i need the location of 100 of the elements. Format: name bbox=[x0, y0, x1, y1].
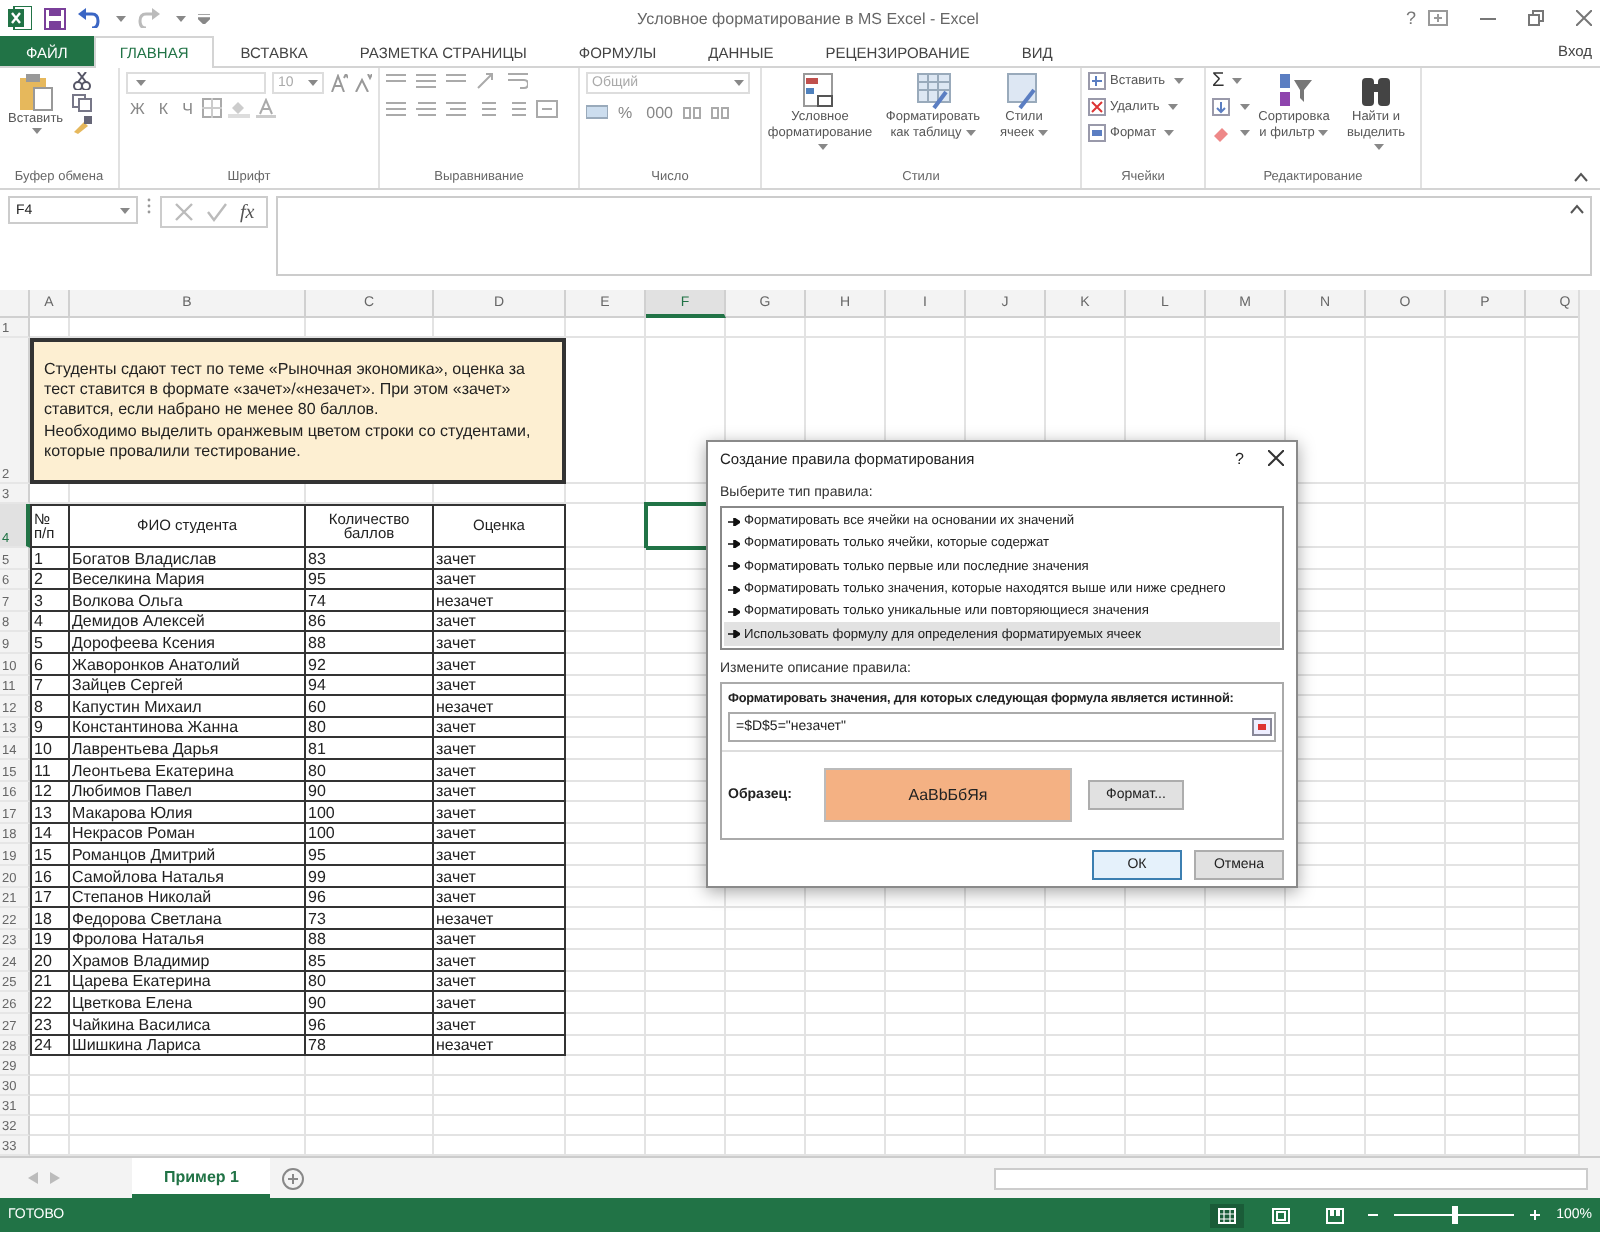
table-cell: Храмов Владимир bbox=[70, 950, 306, 972]
fill-color-icon[interactable] bbox=[228, 98, 251, 118]
table-cell: 95 bbox=[306, 569, 434, 591]
align-left-icon[interactable] bbox=[386, 100, 406, 118]
redo-icon[interactable] bbox=[138, 8, 160, 28]
undo-icon[interactable] bbox=[78, 8, 100, 28]
table-cell: Степанов Николай bbox=[70, 887, 306, 909]
table-cell: 24 bbox=[30, 1035, 70, 1057]
table-cell: 22 bbox=[30, 992, 70, 1015]
zoom-in-icon[interactable] bbox=[1530, 1210, 1541, 1221]
excel-app-icon[interactable] bbox=[8, 6, 32, 30]
number-style-button[interactable]: % bbox=[614, 104, 637, 122]
caret-icon bbox=[1240, 130, 1250, 136]
table-cell: зачет bbox=[434, 971, 566, 993]
table-cell: зачет bbox=[434, 759, 566, 782]
enter-icon[interactable] bbox=[206, 202, 228, 222]
eraser-icon[interactable] bbox=[1212, 124, 1230, 142]
table-cell: 80 bbox=[306, 971, 434, 993]
cancel-icon[interactable] bbox=[174, 202, 194, 222]
outdent-icon[interactable] bbox=[476, 100, 496, 118]
caret-icon bbox=[1373, 144, 1383, 151]
collapse-formula-icon[interactable] bbox=[1570, 204, 1584, 214]
table-format-icon[interactable] bbox=[913, 72, 953, 110]
borders-icon[interactable] bbox=[202, 98, 223, 118]
insert-cells-icon[interactable] bbox=[1088, 72, 1106, 90]
fill-down-icon[interactable] bbox=[1212, 98, 1230, 116]
horizontal-scrollbar[interactable] bbox=[994, 1167, 1588, 1190]
close-icon[interactable] bbox=[1268, 450, 1284, 466]
format-painter-icon[interactable] bbox=[71, 116, 92, 134]
indent-icon[interactable] bbox=[506, 100, 526, 118]
autosum-button[interactable]: Σ bbox=[1212, 72, 1250, 90]
table-cell: зачет bbox=[434, 611, 566, 633]
range-select-icon[interactable] bbox=[1252, 717, 1272, 736]
table-cell: зачет bbox=[434, 950, 566, 972]
table-cell: 100 bbox=[306, 823, 434, 845]
shrink-font-icon[interactable] bbox=[354, 74, 372, 92]
font-name-field[interactable] bbox=[126, 72, 266, 94]
table-cell: зачет bbox=[434, 675, 566, 697]
clipboard-icon[interactable] bbox=[17, 72, 54, 112]
binoculars-icon[interactable] bbox=[1356, 72, 1396, 110]
table-cell: незачет bbox=[434, 1035, 566, 1057]
table-cell: зачет bbox=[434, 823, 566, 845]
font-style-button[interactable]: Ж bbox=[126, 99, 149, 117]
table-cell: Зайцев Сергей bbox=[70, 675, 306, 697]
font-color-icon[interactable] bbox=[256, 98, 277, 118]
table-cell: зачет bbox=[434, 865, 566, 887]
add-sheet-icon[interactable] bbox=[282, 1167, 305, 1190]
table-cell: Цветкова Елена bbox=[70, 992, 306, 1015]
caret-icon bbox=[116, 15, 126, 21]
save-icon[interactable] bbox=[44, 7, 66, 29]
caret-icon bbox=[734, 80, 744, 86]
number-style-button[interactable]: 000 bbox=[642, 104, 677, 122]
format-cells-icon[interactable] bbox=[1088, 124, 1106, 142]
table-cell: Федорова Светлана bbox=[70, 908, 306, 930]
dialog-help-button[interactable]: ? bbox=[1235, 449, 1244, 467]
grow-font-icon[interactable] bbox=[330, 74, 348, 92]
zoom-slider-thumb[interactable] bbox=[1451, 1206, 1458, 1225]
vertical-scrollbar[interactable] bbox=[1578, 290, 1600, 1157]
more-icon[interactable] bbox=[146, 196, 152, 216]
table-cell: 80 bbox=[306, 717, 434, 739]
next-sheet-icon[interactable] bbox=[50, 1172, 60, 1185]
wrap-text-icon[interactable] bbox=[508, 72, 528, 90]
decrease-decimal-icon[interactable] bbox=[710, 104, 733, 122]
ribbon-options-icon[interactable] bbox=[1428, 10, 1448, 26]
sort-filter-icon[interactable] bbox=[1274, 72, 1314, 110]
table-cell: Дорофеева Ксения bbox=[70, 632, 306, 654]
align-middle-icon[interactable] bbox=[416, 72, 436, 90]
caret-icon bbox=[176, 15, 186, 21]
table-cell: Леонтьева Екатерина bbox=[70, 759, 306, 782]
zoom-out-icon[interactable] bbox=[1368, 1210, 1379, 1221]
table-cell: зачет bbox=[434, 632, 566, 654]
pointer-icon bbox=[728, 539, 740, 548]
font-style-button[interactable]: К bbox=[154, 99, 173, 117]
caret-icon bbox=[965, 129, 976, 136]
previous-sheet-icon[interactable] bbox=[28, 1172, 38, 1185]
currency-icon[interactable] bbox=[586, 104, 608, 122]
table-cell: 7 bbox=[30, 675, 70, 697]
merge-cells-icon[interactable] bbox=[536, 100, 558, 118]
increase-decimal-icon[interactable] bbox=[682, 104, 705, 122]
collapse-ribbon-icon[interactable] bbox=[1574, 172, 1588, 182]
cut-icon[interactable] bbox=[71, 72, 92, 90]
insert-function-button[interactable]: fx bbox=[240, 201, 255, 223]
normal-view-icon[interactable] bbox=[1210, 1203, 1245, 1228]
help-button[interactable]: ? bbox=[1405, 8, 1416, 28]
restore-icon[interactable] bbox=[1528, 10, 1544, 26]
table-cell: 73 bbox=[306, 908, 434, 930]
font-style-button[interactable]: Ч bbox=[178, 99, 197, 117]
customize-icon[interactable] bbox=[198, 13, 210, 23]
table-cell: зачет bbox=[434, 1014, 566, 1036]
table-cell: 92 bbox=[306, 653, 434, 676]
text-orientation-icon[interactable] bbox=[476, 72, 498, 90]
sheet-tab[interactable]: Пример 1 bbox=[132, 1158, 271, 1199]
copy-icon[interactable] bbox=[71, 94, 92, 112]
align-right-icon[interactable] bbox=[446, 100, 466, 118]
delete-cells-icon[interactable] bbox=[1088, 98, 1106, 116]
note-text: Необходимо выделить оранжевым цветом строки со студентами, которые провалили тестирование. bbox=[44, 421, 533, 463]
formula-input[interactable] bbox=[276, 196, 1592, 276]
table-cell: Самойлова Наталья bbox=[70, 865, 306, 887]
align-center-icon[interactable] bbox=[416, 100, 436, 118]
caret-icon bbox=[136, 80, 146, 86]
